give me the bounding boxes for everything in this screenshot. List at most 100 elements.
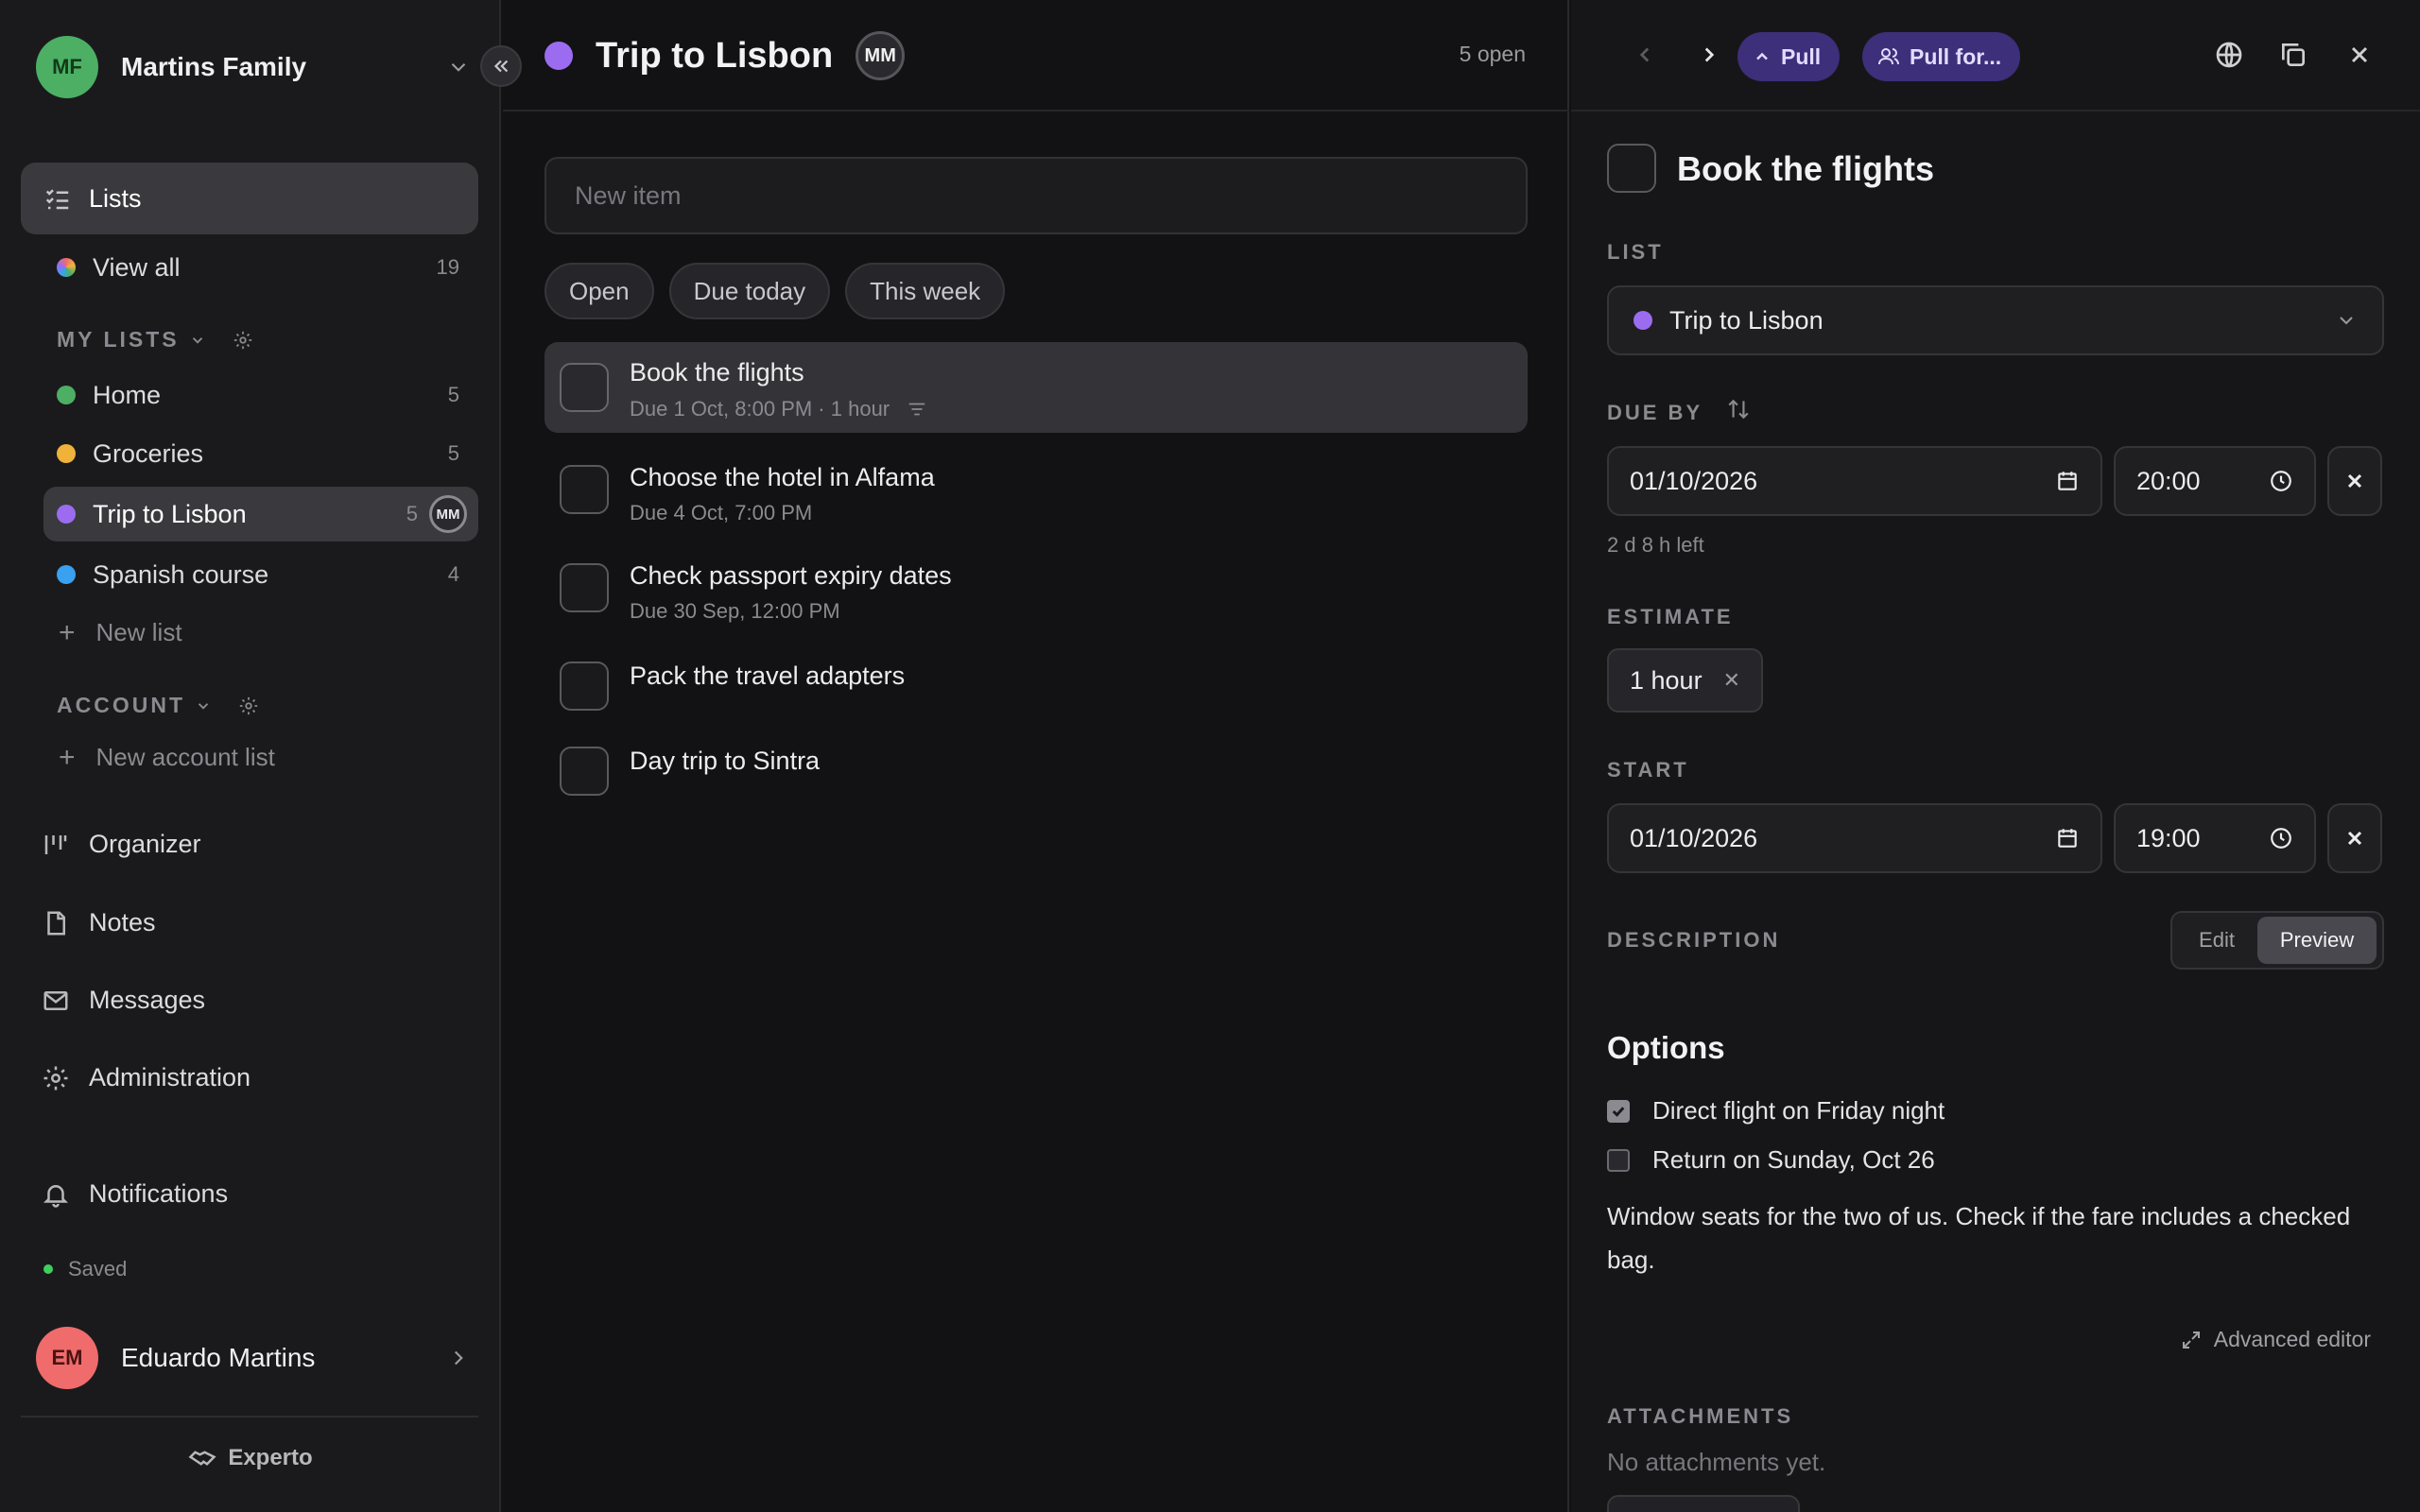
task-row[interactable]: Pack the travel adapters bbox=[544, 648, 1528, 724]
copy-icon[interactable] bbox=[2276, 38, 2310, 72]
nav-notifications[interactable]: Notifications bbox=[42, 1179, 228, 1209]
workspace-switcher[interactable]: MF Martins Family bbox=[36, 36, 471, 98]
clock-icon bbox=[2269, 826, 2293, 850]
due-date-input[interactable]: 01/10/2026 bbox=[1607, 446, 2102, 516]
globe-icon[interactable] bbox=[2212, 38, 2246, 72]
detail-toolbar: Pull Pull for... bbox=[1571, 0, 2420, 112]
list-label: LIST bbox=[1607, 240, 1664, 264]
users-icon bbox=[1877, 45, 1900, 68]
list-select-value: Trip to Lisbon bbox=[1669, 305, 1824, 335]
list-name: Groceries bbox=[93, 438, 204, 468]
filter-open[interactable]: Open bbox=[544, 263, 654, 319]
gear-icon[interactable] bbox=[233, 330, 253, 351]
chevron-right-icon bbox=[1704, 47, 1715, 62]
divider bbox=[21, 1416, 478, 1418]
nav-administration[interactable]: Administration bbox=[42, 1063, 251, 1092]
option-label: Direct flight on Friday night bbox=[1652, 1096, 1945, 1125]
new-item-input[interactable] bbox=[544, 157, 1528, 234]
gear-icon[interactable] bbox=[238, 696, 259, 716]
next-item-button[interactable] bbox=[1692, 38, 1726, 72]
start-time-value: 19:00 bbox=[2136, 823, 2201, 852]
chevron-down-icon bbox=[195, 697, 212, 714]
tab-preview[interactable]: Preview bbox=[2257, 917, 2377, 964]
plus-icon: + bbox=[59, 741, 76, 773]
task-checkbox[interactable] bbox=[560, 363, 609, 412]
pull-button[interactable]: Pull bbox=[1737, 32, 1841, 81]
user-menu[interactable]: EM Eduardo Martins bbox=[36, 1327, 471, 1389]
nav-organizer[interactable]: Organizer bbox=[42, 830, 201, 859]
filter-chips: Open Due today This week bbox=[544, 263, 1006, 319]
user-name: Eduardo Martins bbox=[121, 1343, 316, 1372]
list-color-dot bbox=[57, 565, 76, 584]
due-time-input[interactable]: 20:00 bbox=[2114, 446, 2316, 516]
list-pane: Trip to Lisbon MM 5 open Open Due today … bbox=[503, 0, 1569, 1512]
pull-for-label: Pull for... bbox=[1910, 43, 2002, 69]
new-account-list-button[interactable]: + New account list bbox=[59, 743, 275, 772]
task-row[interactable]: Check passport expiry dates Due 30 Sep, … bbox=[544, 544, 1528, 635]
brand-logo[interactable]: Experto bbox=[0, 1444, 501, 1472]
filter-this-week[interactable]: This week bbox=[845, 263, 1006, 319]
option-item[interactable]: Return on Sunday, Oct 26 bbox=[1607, 1145, 1935, 1175]
member-avatar[interactable]: MM bbox=[856, 31, 906, 80]
description-text: Window seats for the two of us. Check if… bbox=[1607, 1202, 2351, 1274]
task-meta: Due 4 Oct, 7:00 PM bbox=[630, 501, 813, 524]
account-heading[interactable]: ACCOUNT bbox=[57, 693, 259, 718]
previous-item-button[interactable] bbox=[1628, 38, 1662, 72]
view-all-item[interactable]: View all 19 bbox=[43, 240, 478, 295]
start-time-input[interactable]: 19:00 bbox=[2114, 803, 2316, 873]
checkbox-checked[interactable] bbox=[1607, 1099, 1630, 1123]
list-color-dot bbox=[57, 444, 76, 463]
chevron-left-icon bbox=[1639, 47, 1650, 62]
list-count: 5 bbox=[447, 441, 459, 465]
task-row[interactable]: Book the flights Due 1 Oct, 8:00 PM · 1 … bbox=[544, 342, 1528, 433]
nav-notes[interactable]: Notes bbox=[42, 908, 156, 937]
task-title[interactable]: Book the flights bbox=[1677, 149, 1934, 189]
pull-for-button[interactable]: Pull for... bbox=[1862, 32, 2021, 81]
list-header: Trip to Lisbon MM 5 open bbox=[503, 0, 1569, 112]
save-status: Saved bbox=[43, 1257, 127, 1281]
due-date-value: 01/10/2026 bbox=[1630, 466, 1758, 495]
workspace-avatar: MF bbox=[36, 36, 98, 98]
task-checkbox[interactable] bbox=[560, 465, 609, 514]
expand-icon bbox=[2180, 1329, 2203, 1351]
collapse-sidebar-button[interactable] bbox=[480, 45, 522, 87]
filter-due-today[interactable]: Due today bbox=[668, 263, 831, 319]
list-color-dot bbox=[544, 42, 573, 70]
task-row[interactable]: Day trip to Sintra bbox=[544, 733, 1528, 809]
estimate-chip[interactable]: 1 hour ✕ bbox=[1607, 648, 1763, 713]
multicolor-dot-icon bbox=[57, 258, 76, 277]
sidebar-item-home[interactable]: Home 5 bbox=[43, 368, 478, 422]
close-icon[interactable] bbox=[2342, 38, 2377, 72]
clear-due-button[interactable] bbox=[2327, 446, 2382, 516]
sidebar: MF Martins Family Lists View all 19 MY L… bbox=[0, 0, 501, 1512]
remove-estimate-icon[interactable]: ✕ bbox=[1723, 668, 1740, 693]
task-checkbox[interactable] bbox=[1607, 144, 1656, 193]
new-list-button[interactable]: + New list bbox=[59, 618, 182, 647]
list-color-dot bbox=[1634, 311, 1652, 330]
list-select[interactable]: Trip to Lisbon bbox=[1607, 285, 2384, 355]
add-attachment-button[interactable] bbox=[1607, 1495, 1800, 1512]
advanced-editor-link[interactable]: Advanced editor bbox=[2180, 1327, 2371, 1352]
nav-lists[interactable]: Lists bbox=[21, 163, 478, 234]
my-lists-heading[interactable]: MY LISTS bbox=[57, 327, 253, 352]
nav-label: Messages bbox=[89, 986, 206, 1014]
list-count: 4 bbox=[447, 562, 459, 586]
task-title: Choose the hotel in Alfama bbox=[630, 463, 935, 491]
sidebar-item-groceries[interactable]: Groceries 5 bbox=[43, 426, 478, 481]
start-date-input[interactable]: 01/10/2026 bbox=[1607, 803, 2102, 873]
save-status-label: Saved bbox=[68, 1257, 128, 1280]
sidebar-item-trip-to-lisbon[interactable]: Trip to Lisbon 5 MM bbox=[43, 487, 478, 541]
estimate-value: 1 hour bbox=[1630, 665, 1703, 695]
option-item[interactable]: Direct flight on Friday night bbox=[1607, 1096, 1945, 1125]
sidebar-item-spanish-course[interactable]: Spanish course 4 bbox=[43, 547, 478, 602]
sort-icon[interactable] bbox=[1726, 397, 1751, 421]
task-checkbox[interactable] bbox=[560, 563, 609, 612]
status-dot bbox=[43, 1264, 53, 1274]
task-checkbox[interactable] bbox=[560, 662, 609, 711]
tab-edit[interactable]: Edit bbox=[2176, 917, 2257, 964]
clear-start-button[interactable] bbox=[2327, 803, 2382, 873]
checkbox-unchecked[interactable] bbox=[1607, 1148, 1630, 1172]
task-checkbox[interactable] bbox=[560, 747, 609, 796]
task-row[interactable]: Choose the hotel in Alfama Due 4 Oct, 7:… bbox=[544, 446, 1528, 537]
nav-messages[interactable]: Messages bbox=[42, 986, 205, 1015]
